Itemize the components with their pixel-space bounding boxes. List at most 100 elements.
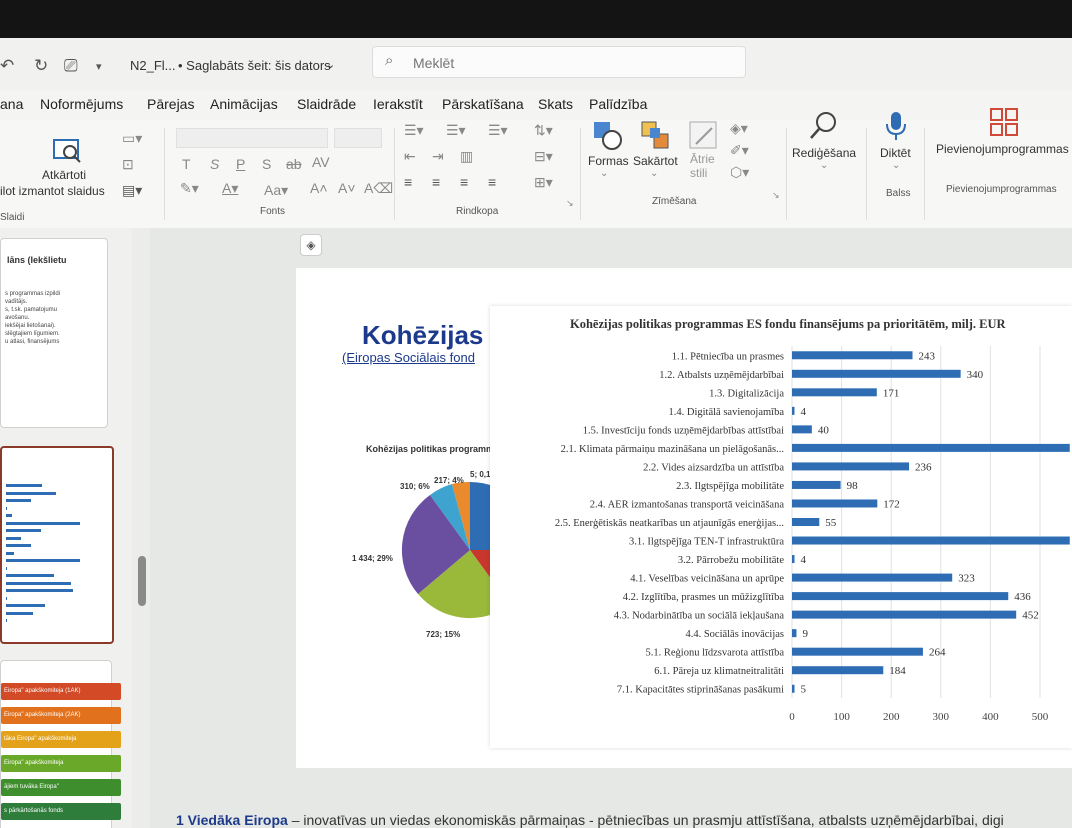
- tab-record[interactable]: Ierakstīt: [373, 96, 423, 112]
- slide-thumbnail-2-selected[interactable]: [0, 446, 114, 644]
- bar: [792, 610, 1017, 619]
- slide-thumbnail-3[interactable]: Eiropa" apakškomiteja (1AK) Eiropa" apakš…: [0, 660, 121, 828]
- dictate-label[interactable]: Diktēt: [880, 146, 911, 160]
- arrange-icon[interactable]: [640, 120, 672, 152]
- line-spacing-icon[interactable]: ☰▾: [488, 122, 508, 139]
- align-center-icon[interactable]: ≡: [432, 174, 440, 190]
- arrange-label[interactable]: Sakārtot: [633, 154, 678, 168]
- editing-search-icon[interactable]: [808, 110, 840, 142]
- font-name-box[interactable]: [176, 128, 328, 148]
- redo-icon[interactable]: ↻: [34, 56, 48, 76]
- group-label-voice: Balss: [886, 188, 911, 199]
- bold-button[interactable]: T: [182, 156, 191, 172]
- chevron-down-icon[interactable]: ⌄: [650, 168, 658, 179]
- shape-effects-icon[interactable]: ⬡▾: [730, 164, 749, 181]
- tab-slideshow[interactable]: Slaidrāde: [297, 96, 356, 112]
- quick-styles-label[interactable]: Ātrie: [690, 152, 715, 166]
- x-tick-label: 300: [933, 711, 950, 723]
- slide-title[interactable]: Kohēzijas: [362, 320, 483, 351]
- copilot-icon[interactable]: ◈: [300, 234, 322, 256]
- slide-subtitle[interactable]: (Eiropas Sociālais fond: [342, 350, 475, 365]
- shape-outline-icon[interactable]: ✐▾: [730, 142, 749, 159]
- tab-animations[interactable]: Animācijas: [210, 96, 278, 112]
- smartart-icon[interactable]: ⊞▾: [534, 174, 553, 191]
- data-label: 452: [1022, 610, 1039, 622]
- tab-view[interactable]: Skats: [538, 96, 573, 112]
- ribbon: Atkārtoti ilot izmantot slaidus Slaidi ▭…: [0, 108, 1072, 229]
- x-tick-label: 400: [982, 711, 999, 723]
- reuse-slides-icon[interactable]: [52, 136, 84, 168]
- bar: [792, 629, 797, 638]
- shape-fill-icon[interactable]: ◈▾: [730, 120, 748, 137]
- category-label: 2.3. Ilgtspējīga mobilitāte: [676, 481, 784, 492]
- font-size-box[interactable]: [334, 128, 382, 148]
- columns-icon[interactable]: ▥: [460, 148, 473, 165]
- thumbnail-bar: [6, 536, 21, 540]
- search-input[interactable]: [411, 52, 735, 74]
- reset-icon[interactable]: ⊡: [122, 156, 134, 173]
- shapes-label[interactable]: Formas: [588, 154, 629, 168]
- tab-home[interactable]: ana: [0, 96, 23, 112]
- dialog-launcher-icon[interactable]: ↘: [772, 190, 780, 201]
- section-icon[interactable]: ▤▾: [122, 182, 142, 199]
- increase-indent-icon[interactable]: ⇥: [432, 148, 444, 165]
- bullets-icon[interactable]: ☰▾: [404, 122, 424, 139]
- undo-icon[interactable]: ↶: [0, 56, 14, 76]
- thumbnails-scrollbar[interactable]: [132, 228, 150, 828]
- tab-review[interactable]: Pārskatīšana: [442, 96, 524, 112]
- chevron-down-icon[interactable]: ⌄: [820, 160, 828, 171]
- clear-formatting-icon[interactable]: A⌫: [364, 180, 393, 197]
- increase-font-icon[interactable]: A˄: [310, 180, 328, 196]
- editing-label[interactable]: Rediģēšana: [792, 146, 856, 160]
- numbering-icon[interactable]: ☰▾: [446, 122, 466, 139]
- chevron-down-icon[interactable]: ⌄: [892, 160, 900, 171]
- category-label: 3.2. Pārrobežu mobilitāte: [678, 555, 784, 566]
- bar-chart[interactable]: Kohēzijas politikas programmas ES fondu …: [490, 306, 1072, 748]
- thumbnail-bar: [6, 581, 71, 585]
- font-color-icon[interactable]: A▾: [222, 180, 238, 197]
- chevron-down-icon[interactable]: ⌄: [326, 58, 335, 71]
- tab-design[interactable]: Noformējums: [40, 96, 123, 112]
- underline-button[interactable]: P: [236, 156, 245, 172]
- highlight-icon[interactable]: ✎▾: [180, 180, 199, 197]
- align-right-icon[interactable]: ≡: [460, 174, 468, 190]
- shapes-icon[interactable]: [592, 120, 624, 152]
- present-icon[interactable]: ⎚: [64, 56, 78, 76]
- decrease-font-icon[interactable]: A˅: [338, 180, 356, 196]
- notes-text[interactable]: 1 Viedāka Eiropa – inovatīvas un viedas …: [176, 812, 1004, 828]
- character-spacing-button[interactable]: AV: [312, 154, 330, 170]
- search-box[interactable]: ⌕: [372, 46, 746, 78]
- justify-icon[interactable]: ≡: [488, 174, 496, 190]
- quick-styles-icon[interactable]: [688, 120, 720, 152]
- data-label: 264: [929, 647, 946, 659]
- tab-transitions[interactable]: Pārejas: [147, 96, 194, 112]
- slide-thumbnail-1[interactable]: lāns (Iekšlietu s programmas izpildi vadī…: [0, 238, 108, 428]
- align-text-icon[interactable]: ⊟▾: [534, 148, 553, 165]
- data-label: 4: [801, 406, 807, 418]
- dialog-launcher-icon[interactable]: ↘: [566, 198, 574, 209]
- document-name[interactable]: N2_Fl...: [130, 58, 176, 73]
- decrease-indent-icon[interactable]: ⇤: [404, 148, 416, 165]
- reuse-slides-label-2[interactable]: ilot izmantot slaidus: [0, 184, 105, 198]
- microphone-icon[interactable]: [880, 110, 912, 142]
- tab-help[interactable]: Palīdzība: [589, 96, 647, 112]
- add-ins-label[interactable]: Pievienojumprogrammas: [936, 142, 1069, 156]
- text-direction-icon[interactable]: ⇅▾: [534, 122, 553, 139]
- save-status[interactable]: • Saglabāts šeit: šis dators: [178, 58, 331, 73]
- customize-toolbar-icon[interactable]: ▾: [96, 60, 102, 73]
- quick-styles-label-2[interactable]: stili: [690, 166, 707, 180]
- change-case-icon[interactable]: Aa▾: [264, 182, 288, 199]
- group-label-add-ins: Pievienojumprogrammas: [946, 184, 1057, 195]
- scrollbar-thumb[interactable]: [138, 556, 146, 606]
- shadow-button[interactable]: S: [262, 156, 271, 172]
- add-ins-icon[interactable]: [988, 106, 1020, 138]
- bar-chart-object[interactable]: Kohēzijas politikas programmas ES fondu …: [490, 306, 1072, 748]
- chevron-down-icon[interactable]: ⌄: [600, 168, 608, 179]
- strikethrough-button[interactable]: ab: [286, 156, 302, 172]
- reuse-slides-label[interactable]: Atkārtoti: [42, 168, 86, 182]
- chart-data-labels: 243 340 171 4 40 236 98 172 55 4 323 436 452 9 264 184 5: [801, 350, 1039, 695]
- align-left-icon[interactable]: ≡: [404, 174, 412, 190]
- layout-icon[interactable]: ▭▾: [122, 130, 142, 147]
- screen: ↶ ↻ ⎚ ▾ N2_Fl... • Saglabāts šeit: šis d…: [0, 0, 1072, 828]
- italic-button[interactable]: S: [210, 156, 219, 172]
